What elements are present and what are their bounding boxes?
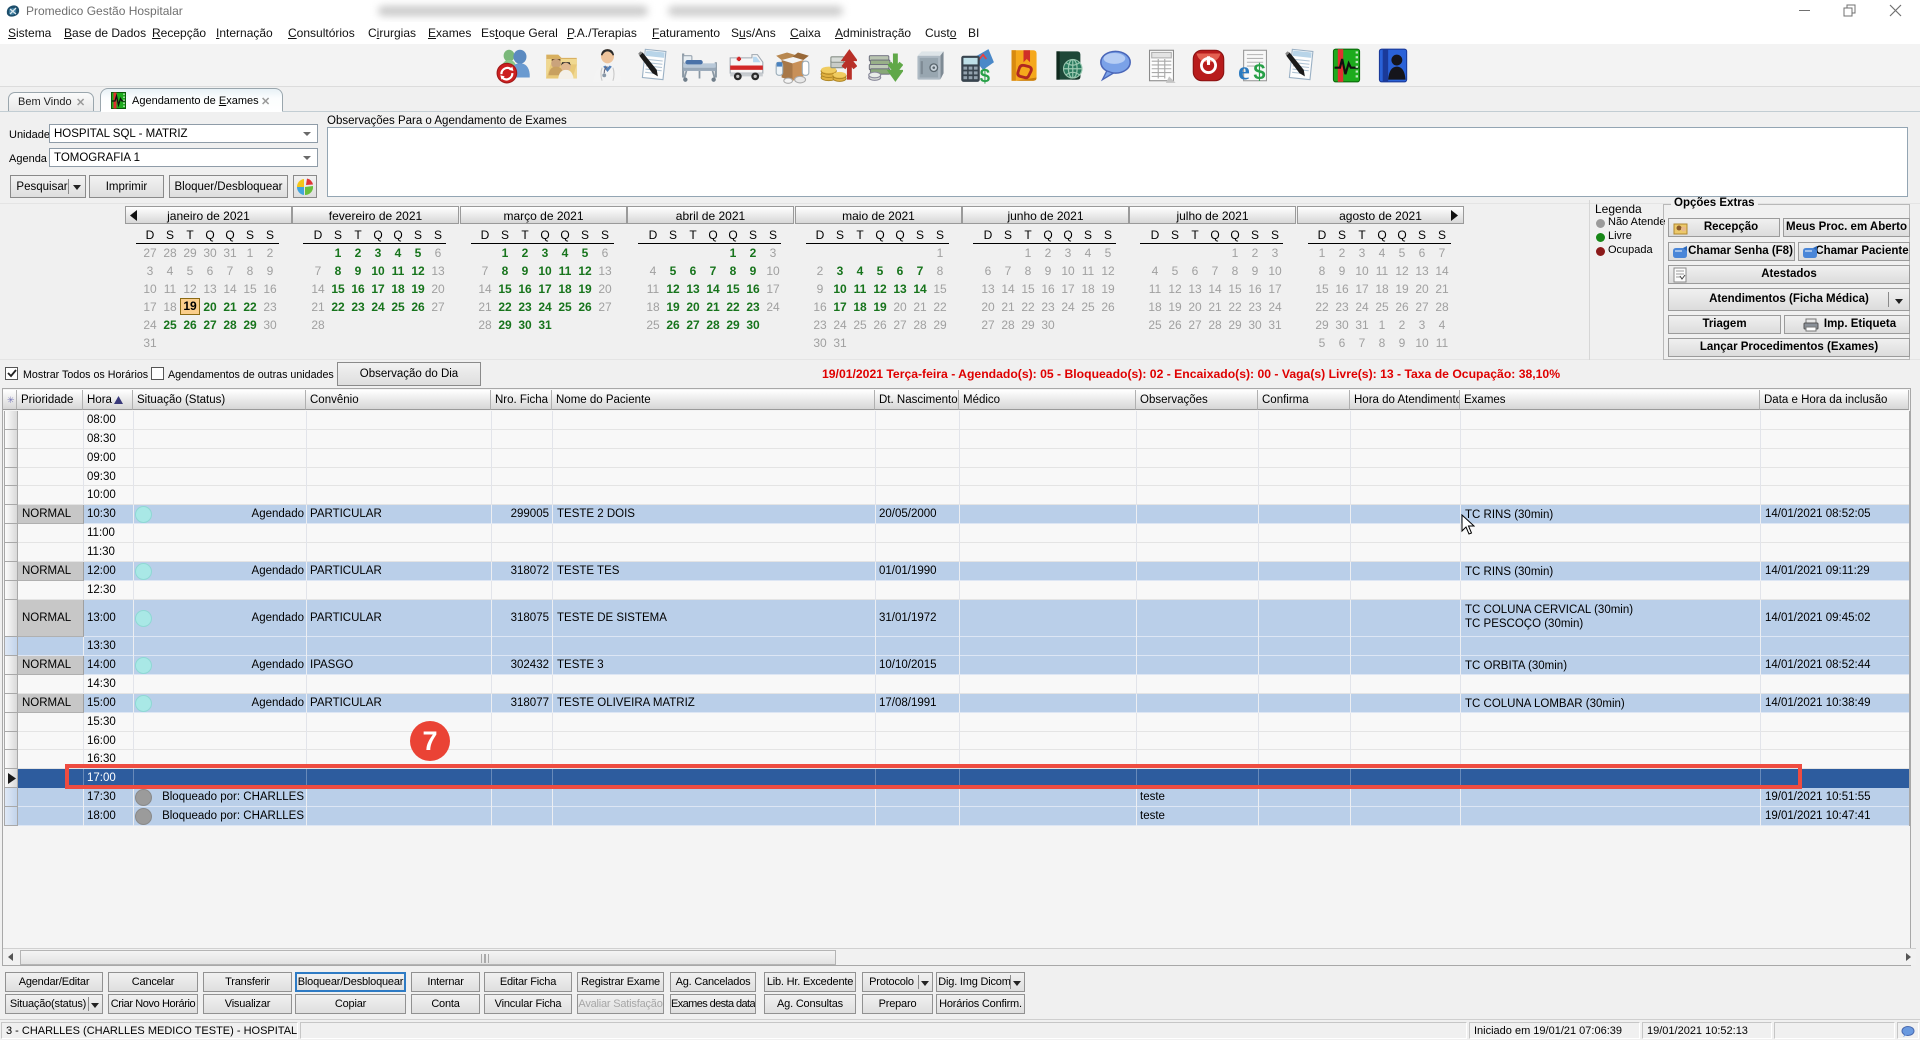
svg-text:$: $ <box>1253 60 1265 84</box>
svg-text:e: e <box>1238 57 1250 84</box>
svg-text:$: $ <box>980 65 991 84</box>
